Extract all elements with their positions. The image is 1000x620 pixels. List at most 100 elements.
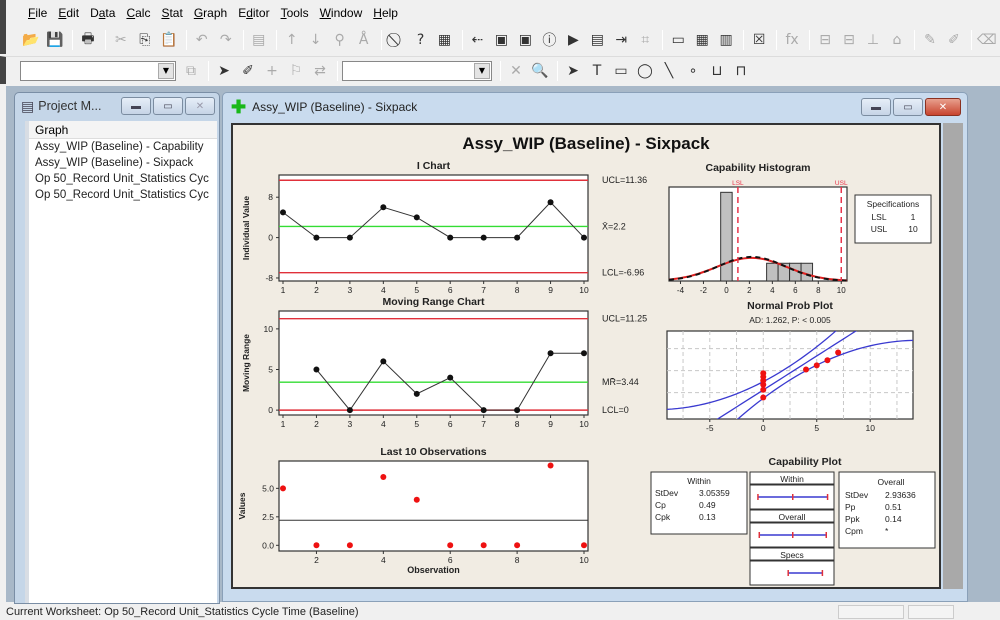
standard-toolbar: 📂💾🖶✂⎘📋↶↷▤↑↓⚲Å⃠?▦⇠▣▣ⓘ▶▤⇥⌗▭▦▥☒fx⊟⊟⊥⌂✎✐⌫ xyxy=(0,26,1000,54)
menu-calc[interactable]: Calc xyxy=(126,6,150,20)
mr-chart-xtick-label: 5 xyxy=(414,419,419,429)
graph-window-titlebar[interactable]: ✚ Assy_WIP (Baseline) - Sixpack ▬ ▭ ✕ xyxy=(223,93,967,121)
sixpack-graph-canvas[interactable]: Assy_WIP (Baseline) - Sixpack I Chart UCL=… xyxy=(231,123,941,589)
paste-icon[interactable]: 📋 xyxy=(158,29,180,51)
within-stat-label: StDev xyxy=(655,488,679,498)
crosshair-icon[interactable]: + xyxy=(261,60,283,82)
project-graph-item[interactable]: Op 50_Record Unit_Statistics Cyc xyxy=(29,171,217,187)
probplot-xtick-label: 10 xyxy=(865,423,875,433)
flag-icon[interactable]: ⚐ xyxy=(285,60,307,82)
brush-tool-icon[interactable]: ✐ xyxy=(237,60,259,82)
redo-icon[interactable]: ↷ xyxy=(215,29,237,51)
menu-tools[interactable]: Tools xyxy=(281,6,309,20)
find-icon[interactable]: ⚲ xyxy=(329,29,351,51)
copy-icon[interactable]: ⎘ xyxy=(134,29,156,51)
menu-file[interactable]: File xyxy=(28,6,47,20)
close-button[interactable]: ✕ xyxy=(925,98,961,116)
rectangle-icon[interactable]: ▭ xyxy=(610,60,632,82)
list-column-header[interactable]: Graph xyxy=(29,121,217,139)
text-tool-icon[interactable]: T xyxy=(586,60,608,82)
menu-stat[interactable]: Stat xyxy=(161,6,182,20)
set-id-icon[interactable]: ✐ xyxy=(943,29,965,51)
project-graph-item[interactable]: Op 50_Record Unit_Statistics Cyc xyxy=(29,187,217,203)
pointer-icon[interactable]: ➤ xyxy=(562,60,584,82)
history-icon[interactable]: ▶ xyxy=(562,29,584,51)
project-manager-icon[interactable]: ⇠ xyxy=(467,29,489,51)
menu-edit[interactable]: Edit xyxy=(58,6,79,20)
polygon-icon[interactable]: ⊓ xyxy=(730,60,752,82)
move-col-icon[interactable]: ⊥ xyxy=(862,29,884,51)
data-window-icon[interactable]: ▦ xyxy=(691,29,713,51)
brush-icon[interactable]: ✎ xyxy=(919,29,941,51)
font-combo[interactable]: ▼ xyxy=(20,60,176,81)
mr-chart-point xyxy=(480,407,487,414)
swap-icon[interactable]: ⇄ xyxy=(309,60,331,82)
show-graphs-icon[interactable]: ▣ xyxy=(490,29,512,51)
graph-folder-icon[interactable]: ▣ xyxy=(514,29,536,51)
save-icon[interactable]: 💾 xyxy=(44,29,66,51)
toolbar-separator xyxy=(380,30,382,50)
zoom-icon[interactable]: 🔍 xyxy=(529,60,551,82)
define-icon[interactable]: ⌂ xyxy=(886,29,908,51)
menu-graph[interactable]: Graph xyxy=(194,6,227,20)
graph-editing-toolbar: ▼ ⧉ ➤ ✐ + ⚐ ⇄ ▼ ✕ 🔍 ➤ T ▭ ◯ ╲ ∘ ⊔ ⊓ xyxy=(0,56,1000,84)
delete-icon[interactable]: ✕ xyxy=(505,60,527,82)
info-icon[interactable]: ⓘ xyxy=(538,29,560,51)
menu-bar: File Edit Data Calc Stat Graph Editor Tools Wind… xyxy=(0,0,1000,26)
chevron-down-icon[interactable]: ▼ xyxy=(158,62,174,79)
print-icon[interactable]: 🖶 xyxy=(77,29,99,51)
replace-icon[interactable]: Å xyxy=(353,29,375,51)
session-window-icon[interactable]: ▭ xyxy=(667,29,689,51)
overall-stat-label: Ppk xyxy=(845,514,860,524)
polyline-icon[interactable]: ⊔ xyxy=(706,60,728,82)
project-graph-item[interactable]: Assy_WIP (Baseline) - Capability xyxy=(29,139,217,155)
probplot-point xyxy=(760,394,767,401)
mr-chart-point xyxy=(514,407,521,414)
mr-chart-point xyxy=(581,350,587,357)
ellipse-icon[interactable]: ◯ xyxy=(634,60,656,82)
interval-label: Within xyxy=(780,474,804,484)
related-docs-icon[interactable]: ⇥ xyxy=(610,29,632,51)
close-button[interactable]: ✕ xyxy=(185,97,215,115)
design-icon[interactable]: ⌗ xyxy=(634,29,656,51)
insert-row-icon[interactable]: ⊟ xyxy=(814,29,836,51)
formula-icon[interactable]: fx xyxy=(781,29,803,51)
last10-point xyxy=(547,462,554,469)
open-icon[interactable]: 📂 xyxy=(20,29,42,51)
report-pad-icon[interactable]: ▤ xyxy=(586,29,608,51)
mr-chart-xtick-label: 2 xyxy=(314,419,319,429)
i-chart-center-label: X̄=2.2 xyxy=(602,221,626,231)
select-arrow-icon[interactable]: ➤ xyxy=(213,60,235,82)
menu-editor[interactable]: Editor xyxy=(238,6,269,20)
chevron-down-icon[interactable]: ▼ xyxy=(474,62,490,79)
help-icon[interactable]: ? xyxy=(410,29,432,51)
close-graphs-icon[interactable]: ☒ xyxy=(748,29,770,51)
minimize-button[interactable]: ▬ xyxy=(121,97,151,115)
cut-icon[interactable]: ✂ xyxy=(110,29,132,51)
session-icon[interactable]: ▤ xyxy=(248,29,270,51)
mr-chart-xtick-label: 4 xyxy=(381,419,386,429)
worksheet-icon[interactable]: ▥ xyxy=(715,29,737,51)
next-icon[interactable]: ↓ xyxy=(305,29,327,51)
project-graph-item[interactable]: Assy_WIP (Baseline) - Sixpack xyxy=(29,155,217,171)
assistant-icon[interactable]: ▦ xyxy=(434,29,456,51)
line-icon[interactable]: ╲ xyxy=(658,60,680,82)
cancel-icon[interactable]: ⃠ xyxy=(386,29,408,51)
restore-button[interactable]: ▭ xyxy=(153,97,183,115)
menu-help[interactable]: Help xyxy=(373,6,398,20)
insert-col-icon[interactable]: ⊟ xyxy=(838,29,860,51)
minimize-button[interactable]: ▬ xyxy=(861,98,891,116)
menu-window[interactable]: Window xyxy=(320,6,363,20)
item-combo[interactable]: ▼ xyxy=(342,60,492,81)
mr-chart-ytick-label: 10 xyxy=(264,324,274,334)
project-manager-titlebar[interactable]: ▤ Project M... ▬ ▭ ✕ xyxy=(15,93,219,119)
marker-icon[interactable]: ∘ xyxy=(682,60,704,82)
previous-icon[interactable]: ↑ xyxy=(281,29,303,51)
overall-stat-label: Pp xyxy=(845,502,856,512)
restore-button[interactable]: ▭ xyxy=(893,98,923,116)
properties-icon[interactable]: ⧉ xyxy=(180,60,202,82)
menu-data[interactable]: Data xyxy=(90,6,115,20)
undo-icon[interactable]: ↶ xyxy=(191,29,213,51)
eraser-icon[interactable]: ⌫ xyxy=(976,29,998,51)
histogram-bar xyxy=(766,262,779,282)
